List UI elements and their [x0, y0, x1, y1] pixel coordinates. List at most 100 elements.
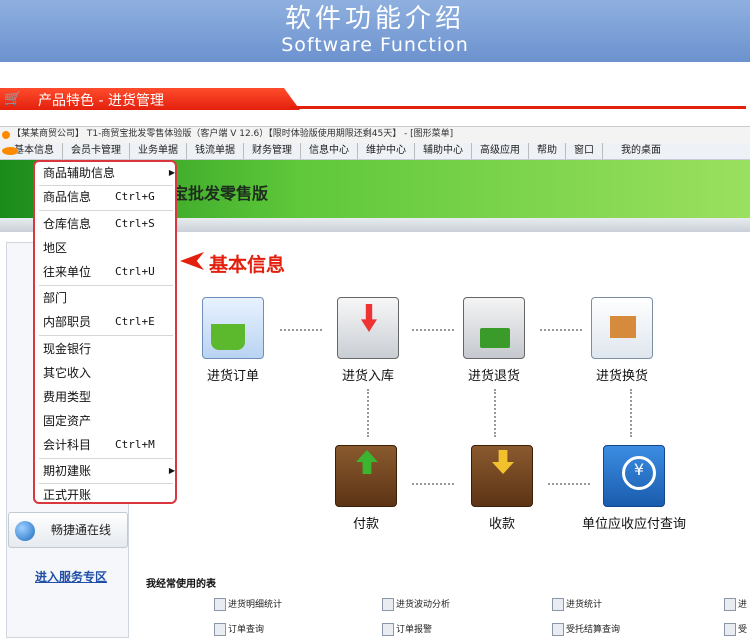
menu-help[interactable]: 帮助 [529, 143, 566, 159]
menu-finance[interactable]: 财务管理 [244, 143, 301, 159]
menu-item-label: 往来单位 [43, 265, 92, 279]
menu-item-label: 商品信息 [43, 190, 92, 204]
section-title: 产品特色 - 进货管理 [38, 93, 164, 109]
globe-icon [15, 521, 35, 541]
menu-info-center[interactable]: 信息中心 [301, 143, 358, 159]
banner-title-zh: 软件功能介绍 [284, 4, 465, 34]
menu-separator [39, 335, 173, 336]
flow-connector [280, 329, 322, 331]
section-header: 🛒 产品特色 - 进货管理 [0, 86, 750, 110]
frequent-item[interactable]: 受托结算查询 [552, 622, 620, 636]
flow-purchase-exchange[interactable]: 进货换货 [584, 297, 660, 384]
cart-icon: 🛒 [4, 91, 22, 107]
menu-item-label: 商品辅助信息 [43, 166, 116, 180]
purchase-exchange-label: 进货换货 [595, 369, 648, 384]
flow-connector [412, 329, 454, 331]
menu-item-shortcut: Ctrl+M [115, 438, 155, 451]
menu-my-desktop[interactable]: 我的桌面 [603, 143, 669, 159]
banner-title-en: Software Function [281, 34, 469, 56]
menu-item-account-subject[interactable]: 会计科目 Ctrl+M [43, 434, 173, 456]
purchase-order-label: 进货订单 [206, 369, 259, 384]
flow-connector [630, 389, 632, 437]
menu-item-opening-setup[interactable]: 期初建账 ▶ [43, 460, 175, 482]
menu-item-region[interactable]: 地区 [43, 237, 173, 259]
menu-item-warehouse[interactable]: 仓库信息 Ctrl+S [43, 213, 173, 235]
menu-item-department[interactable]: 部门 [43, 287, 173, 309]
menu-item-formal-open[interactable]: 正式开账 [43, 484, 173, 506]
frequent-item[interactable]: 受 [724, 622, 747, 636]
app-logo-icon [2, 131, 10, 139]
frequent-item[interactable]: 订单查询 [214, 622, 264, 636]
purchase-return-label: 进货退货 [467, 369, 520, 384]
menu-item-label: 现金银行 [43, 342, 92, 356]
flow-connector [540, 329, 582, 331]
online-label: 畅捷通在线 [51, 523, 112, 537]
menu-member-card[interactable]: 会员卡管理 [63, 143, 130, 159]
callout-text: 基本信息 [209, 254, 286, 276]
menu-window[interactable]: 窗口 [566, 143, 603, 159]
flow-purchase-order[interactable]: 进货订单 [197, 297, 269, 384]
menu-item-other-income[interactable]: 其它收入 [43, 362, 173, 384]
menu-business-docs[interactable]: 业务单据 [130, 143, 187, 159]
service-link[interactable]: 进入服务专区 [35, 568, 107, 585]
submenu-arrow-icon: ▶ [168, 168, 175, 177]
flow-stock-in[interactable]: 进货入库 [330, 297, 406, 384]
query-icon [603, 445, 665, 507]
menu-item-product-aux[interactable]: 商品辅助信息 ▶ [43, 162, 175, 184]
menu-item-label: 内部职员 [43, 315, 92, 329]
section-header-line [290, 106, 746, 109]
menu-item-label: 固定资产 [43, 414, 92, 428]
flow-connector [494, 389, 496, 437]
menu-item-shortcut: Ctrl+S [115, 217, 155, 230]
purchase-order-icon [202, 297, 264, 359]
menu-item-staff[interactable]: 内部职员 Ctrl+E [43, 311, 173, 333]
menu-item-label: 部门 [43, 291, 68, 305]
menu-item-product-info[interactable]: 商品信息 Ctrl+G [43, 186, 173, 208]
menu-item-shortcut: Ctrl+E [115, 315, 155, 328]
purchase-exchange-icon [591, 297, 653, 359]
menu-item-label: 其它收入 [43, 366, 92, 380]
flow-ar-ap-query[interactable]: 单位应收应付查询 [572, 445, 696, 532]
window-title: 【某某商贸公司】 T1-商贸宝批发零售体验版（客户端 V 12.6）【限时体验版… [12, 129, 454, 139]
menu-cash-docs[interactable]: 钱流单据 [187, 143, 244, 159]
menu-separator [39, 458, 173, 459]
frequent-item[interactable]: 进货明细统计 [214, 597, 282, 611]
menu-item-fixed-assets[interactable]: 固定资产 [43, 410, 173, 432]
frequent-item[interactable]: 进货波动分析 [382, 597, 450, 611]
payment-icon [335, 445, 397, 507]
menu-item-label: 期初建账 [43, 464, 92, 478]
menu-item-label: 费用类型 [43, 390, 92, 404]
flow-receipt[interactable]: 收款 [468, 445, 536, 532]
receipt-label: 收款 [488, 517, 515, 532]
receipt-icon [471, 445, 533, 507]
payment-label: 付款 [352, 517, 379, 532]
menu-advanced[interactable]: 高级应用 [472, 143, 529, 159]
menu-separator [39, 210, 173, 211]
stock-in-label: 进货入库 [341, 369, 394, 384]
menu-logo-icon [2, 147, 19, 155]
product-banner-label: 宝批发零售版 [172, 184, 269, 203]
window-titlebar: 【某某商贸公司】 T1-商贸宝批发零售体验版（客户端 V 12.6）【限时体验版… [0, 127, 750, 143]
menu-maintenance[interactable]: 维护中心 [358, 143, 415, 159]
frequent-item[interactable]: 进货统计 [552, 597, 602, 611]
flow-purchase-return[interactable]: 进货退货 [456, 297, 532, 384]
frequent-item[interactable]: 订单报警 [382, 622, 432, 636]
menu-item-partner[interactable]: 往来单位 Ctrl+U [43, 261, 173, 283]
menu-item-label: 会计科目 [43, 438, 92, 452]
purchase-return-icon [463, 297, 525, 359]
menu-separator [39, 285, 173, 286]
menu-item-cash-bank[interactable]: 现金银行 [43, 338, 173, 360]
menu-item-expense-type[interactable]: 费用类型 [43, 386, 173, 408]
flow-connector [367, 389, 369, 437]
menu-item-shortcut: Ctrl+G [115, 190, 155, 203]
frequent-item[interactable]: 进 [724, 597, 747, 611]
menu-item-label: 仓库信息 [43, 217, 92, 231]
menu-assist[interactable]: 辅助中心 [415, 143, 472, 159]
frequent-title: 我经常使用的表 [146, 579, 216, 590]
online-button[interactable]: 畅捷通在线 [8, 512, 128, 548]
submenu-arrow-icon: ▶ [168, 466, 175, 475]
menubar: 基本信息 会员卡管理 业务单据 钱流单据 财务管理 信息中心 维护中心 辅助中心 高级应用 帮助窗… [0, 143, 750, 160]
menu-item-label: 正式开账 [43, 488, 92, 502]
ar-ap-query-label: 单位应收应付查询 [581, 517, 686, 532]
flow-payment[interactable]: 付款 [332, 445, 400, 532]
